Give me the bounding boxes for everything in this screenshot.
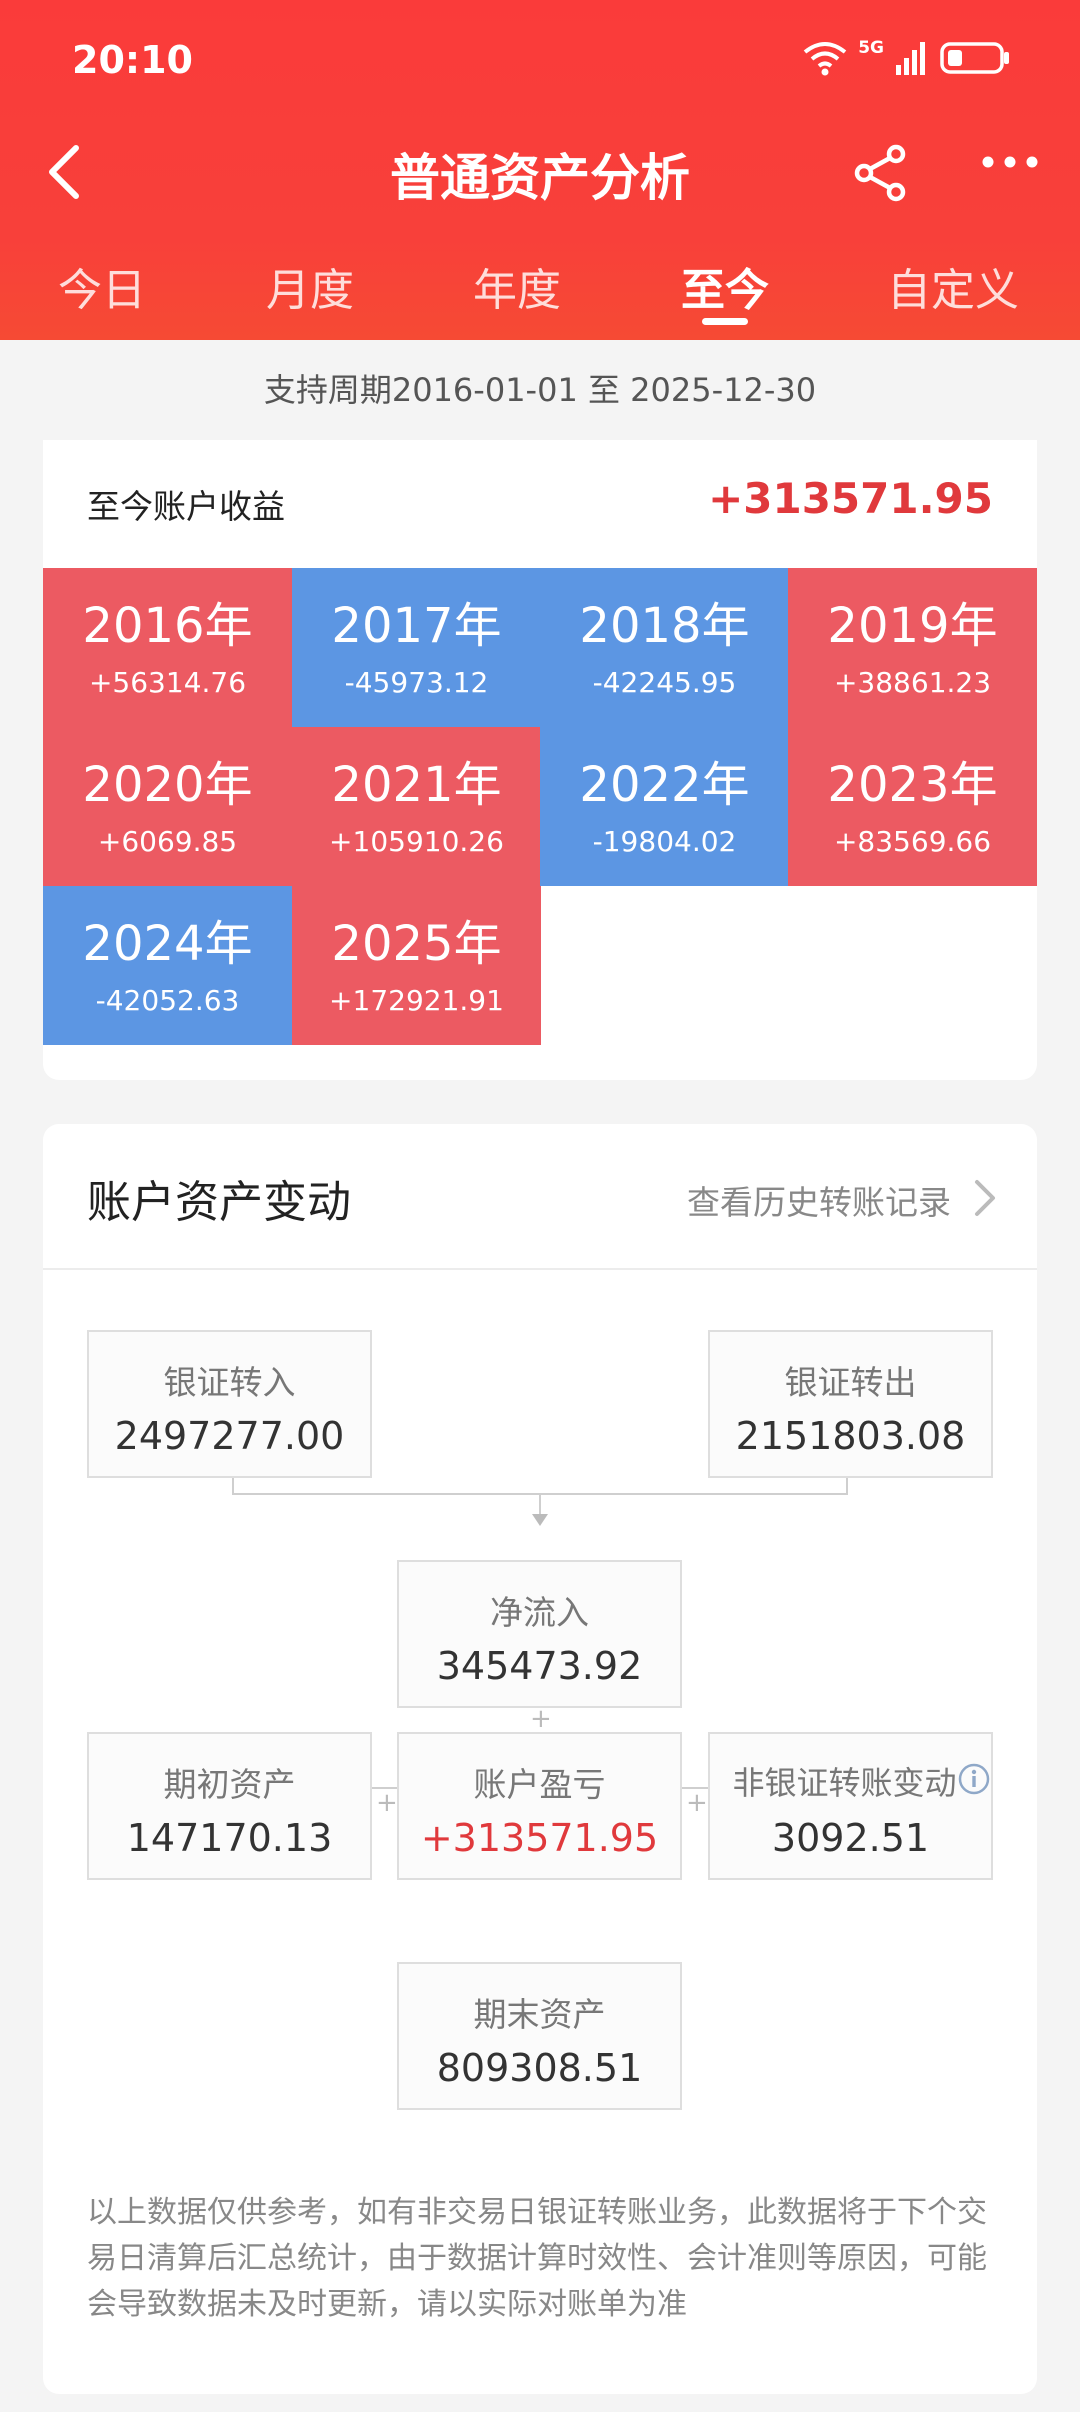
disclaimer-note: 以上数据仅供参考，如有非交易日银证转账业务，此数据将于下个交易日清算后汇总统计，… — [87, 2195, 987, 2322]
bank-out-box: 银证转出 2151803.08 — [708, 1330, 993, 1478]
bank-in-box: 银证转入 2497277.00 — [87, 1330, 372, 1478]
year-value: +38861.23 — [833, 666, 992, 699]
year-cell-2024[interactable]: 2024年 -42052.63 — [43, 886, 292, 1045]
initial-assets-value: 147170.13 — [126, 1816, 333, 1860]
active-tab-indicator — [702, 318, 748, 325]
year-value: -45973.12 — [344, 666, 489, 699]
more-options-icon[interactable] — [980, 150, 1040, 174]
year-cell-2017[interactable]: 2017年 -45973.12 — [292, 568, 541, 727]
initial-assets-box: 期初资产 147170.13 — [87, 1732, 372, 1880]
year-cell-2023[interactable]: 2023年 +83569.66 — [788, 727, 1037, 886]
year-label: 2023年 — [827, 757, 998, 813]
year-value: -42052.63 — [95, 984, 240, 1017]
year-cell-2020[interactable]: 2020年 +6069.85 — [43, 727, 292, 886]
year-value: -42245.95 — [592, 666, 737, 699]
year-value: +172921.91 — [329, 984, 504, 1017]
final-assets-label: 期末资产 — [473, 1995, 606, 2034]
app-header: 20:10 5G 普通资产分析 今日 月度 年度 至今 自定义 — [0, 0, 1080, 340]
year-cell-2016[interactable]: 2016年 +56314.76 — [43, 568, 292, 727]
non-bank-transfer-label: 非银证转账变动 — [732, 1764, 957, 1802]
year-value: -19804.02 — [592, 825, 737, 858]
page-title: 普通资产分析 — [390, 149, 690, 207]
plus-sign: + — [376, 1788, 398, 1818]
pnl-value: +313571.95 — [420, 1816, 659, 1860]
pnl-label: 账户盈亏 — [473, 1765, 606, 1804]
period-tabs: 今日 月度 年度 至今 自定义 — [0, 254, 1080, 324]
tab-monthly[interactable]: 月度 — [266, 254, 354, 318]
year-cell-2025[interactable]: 2025年 +172921.91 — [292, 886, 541, 1045]
network-label: 5G — [858, 38, 884, 58]
net-inflow-box: 净流入 345473.92 — [397, 1560, 682, 1708]
plus-sign: + — [530, 1704, 552, 1734]
year-cell-2022[interactable]: 2022年 -19804.02 — [540, 727, 789, 886]
net-inflow-value: 345473.92 — [436, 1644, 643, 1688]
pnl-box: 账户盈亏 +313571.95 — [397, 1732, 682, 1880]
year-label: 2017年 — [331, 598, 502, 654]
year-value: +56314.76 — [88, 666, 247, 699]
final-assets-value: 809308.51 — [436, 2046, 643, 2090]
non-bank-transfer-value: 3092.51 — [771, 1816, 930, 1860]
initial-assets-label: 期初资产 — [163, 1765, 296, 1804]
year-label: 2022年 — [579, 757, 750, 813]
transfer-history-link[interactable]: 查看历史转账记录 — [687, 1176, 951, 1224]
bank-out-value: 2151803.08 — [735, 1414, 966, 1458]
year-label: 2020年 — [82, 757, 253, 813]
year-cell-2018[interactable]: 2018年 -42245.95 — [540, 568, 789, 727]
period-range: 支持周期2016-01-01 至 2025-12-30 — [0, 340, 1080, 440]
divider — [43, 1268, 1037, 1270]
asset-change-card: 账户资产变动 查看历史转账记录 银证转入 2497277.00 银证转出 215… — [43, 1124, 1037, 2394]
battery-icon — [940, 42, 1009, 74]
year-label: 2021年 — [331, 757, 502, 813]
year-value: +105910.26 — [329, 825, 504, 858]
wifi-icon — [803, 42, 847, 76]
income-card: 至今账户收益 +313571.95 2016年 +56314.76 2017年 … — [43, 440, 1037, 1080]
net-inflow-label: 净流入 — [490, 1593, 589, 1632]
year-cell-2019[interactable]: 2019年 +38861.23 — [788, 568, 1037, 727]
year-label: 2019年 — [827, 598, 998, 654]
year-value: +6069.85 — [97, 825, 238, 858]
year-label: 2025年 — [331, 916, 502, 972]
year-cell-2021[interactable]: 2021年 +105910.26 — [292, 727, 541, 886]
bank-in-label: 银证转入 — [163, 1363, 296, 1402]
bank-in-value: 2497277.00 — [114, 1414, 345, 1458]
asset-change-title: 账户资产变动 — [87, 1177, 351, 1228]
tab-yearly[interactable]: 年度 — [473, 254, 561, 318]
income-total: +313571.95 — [708, 474, 993, 523]
info-icon[interactable] — [957, 1762, 991, 1796]
tab-custom[interactable]: 自定义 — [887, 254, 1019, 318]
non-bank-transfer-box: 非银证转账变动 3092.51 — [708, 1732, 993, 1880]
year-label: 2016年 — [82, 598, 253, 654]
year-label: 2024年 — [82, 916, 253, 972]
status-time: 20:10 — [72, 38, 193, 82]
year-value: +83569.66 — [833, 825, 992, 858]
status-icons: 5G — [802, 38, 1010, 76]
bank-out-label: 银证转出 — [784, 1363, 917, 1402]
chevron-right-icon[interactable] — [973, 1178, 997, 1218]
share-icon[interactable] — [852, 144, 910, 202]
year-label: 2018年 — [579, 598, 750, 654]
tab-today[interactable]: 今日 — [58, 254, 146, 318]
signal-icon — [896, 42, 925, 75]
final-assets-box: 期末资产 809308.51 — [397, 1962, 682, 2110]
income-label: 至今账户收益 — [87, 487, 285, 526]
tab-to-date[interactable]: 至今 — [681, 254, 769, 318]
